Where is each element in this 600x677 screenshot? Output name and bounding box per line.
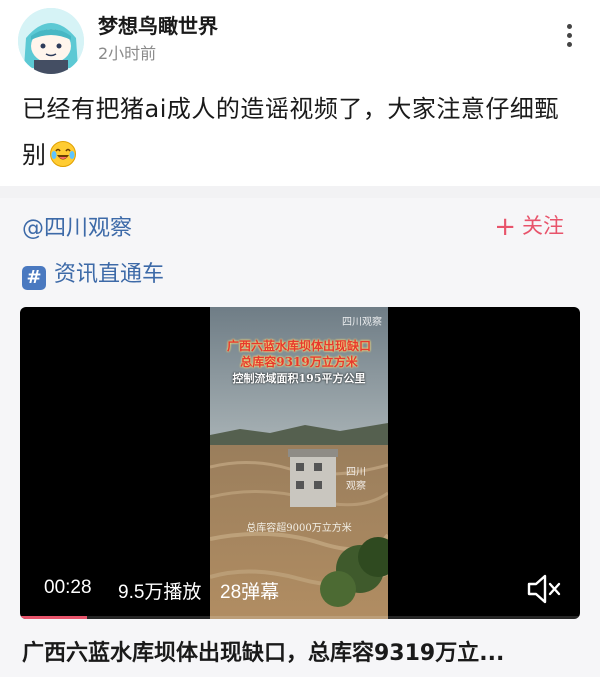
play-count: 9.5万播放 [118, 582, 202, 603]
topic-label: 资讯直通车 [54, 262, 165, 287]
post-time: 2小时前 [98, 44, 157, 63]
source-account-link[interactable]: @四川观察 [22, 210, 132, 242]
author-avatar[interactable] [18, 8, 84, 74]
section-divider [0, 186, 600, 198]
video-progress-fill [20, 616, 88, 619]
avatar-character-icon [18, 8, 84, 74]
dot-icon [566, 42, 572, 47]
danmaku-count: 28弹幕 [220, 582, 280, 603]
hashtag-icon: # [22, 266, 46, 290]
channel-watermark: 四川观察 [342, 317, 382, 328]
center-watermark-line-1: 四川 [346, 467, 366, 478]
post-text-content: 已经有把猪ai成人的造谣视频了，大家注意仔细甄别 [22, 95, 559, 169]
post-text: 已经有把猪ai成人的造谣视频了，大家注意仔细甄别 [22, 86, 582, 178]
laughing-tears-emoji-icon [49, 137, 77, 167]
follow-label: 关注 [522, 214, 564, 238]
topic-tag[interactable]: # 资讯直通车 [22, 256, 165, 290]
video-headline-line-3: 控制流域面积195平方公里 [232, 372, 366, 385]
video-headline-line-1: 广西六蓝水库坝体出现缺口 [226, 339, 371, 353]
video-headline-line-2: 总库容9319万立方米 [240, 355, 358, 369]
video-player[interactable]: 四川观察 广西六蓝水库坝体出现缺口 总库容9319万立方米 控制流域面积195平… [20, 307, 580, 619]
video-title[interactable]: 广西六蓝水库坝体出现缺口，总库容9319万立... [22, 635, 582, 667]
dot-icon [566, 33, 572, 38]
video-controls: 00:28 9.5万播放 28弹幕 [20, 559, 580, 619]
mute-icon[interactable] [526, 573, 562, 605]
follow-button[interactable]: + 关注 [494, 210, 564, 242]
author-name[interactable]: 梦想鸟瞰世界 [98, 10, 218, 39]
post-header: 梦想鸟瞰世界 2小时前 [0, 0, 600, 78]
more-options-button[interactable] [564, 24, 574, 52]
plus-icon: + [494, 212, 516, 242]
center-watermark-line-2: 观察 [346, 481, 366, 492]
dot-icon [566, 24, 572, 29]
video-progress-bar[interactable] [20, 616, 580, 619]
video-subtitle: 总库容超9000万立方米 [246, 523, 352, 534]
repost-card[interactable]: @四川观察 + 关注 # 资讯直通车 四川观察 广西六蓝水库坝体出现缺口 总库容… [0, 198, 600, 677]
current-time: 00:28 [44, 577, 92, 598]
